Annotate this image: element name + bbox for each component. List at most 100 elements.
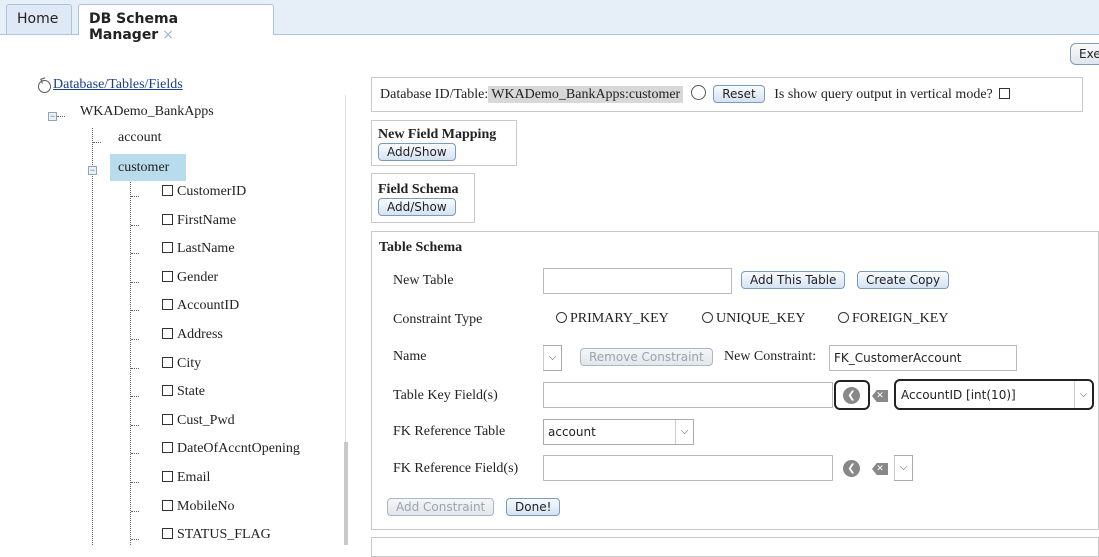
tab-bar: Home DB Schema Manager × [0,0,1099,43]
tree-connector [131,396,139,398]
unique-key-radio[interactable] [702,312,713,323]
reset-button[interactable]: Reset [713,85,765,103]
constraint-name-select[interactable]: ⌵ [543,345,562,371]
vertical-mode-checkbox[interactable] [999,88,1011,99]
tree-field-node[interactable]: Address [162,327,223,343]
tree-connector [131,482,139,483]
field-checkbox[interactable] [162,270,173,282]
field-checkbox[interactable] [162,213,173,225]
tree-root-link[interactable]: Database/Tables/Fields [53,77,183,93]
tree-connector [131,310,139,312]
field-checkbox[interactable] [162,471,173,482]
clear-key-icon[interactable]: ✕ [872,390,888,402]
fk-reference-table-select-value: account [548,425,596,439]
field-schema-panel: Field Schema Add/Show [371,173,475,223]
tree-table-account[interactable]: account [118,130,162,146]
tab-home-label: Home [17,11,59,27]
constraint-type-foreign-key[interactable]: FOREIGN_KEY [838,311,948,327]
field-label: AccountID [177,298,240,314]
tree-table-customer-label: customer [118,160,170,175]
refresh-icon[interactable] [38,80,51,93]
constraint-type-primary-key[interactable]: PRIMARY_KEY [556,311,669,327]
collapse-icon[interactable]: − [88,166,97,175]
field-checkbox[interactable] [162,185,173,196]
tree-connector [92,128,93,545]
db-table-prefix: Database ID/Table: [380,87,489,102]
table-key-label: Table Key Field(s) [393,388,498,403]
clear-reference-field-icon[interactable]: ✕ [872,463,888,475]
field-checkbox[interactable] [162,356,173,368]
done-button[interactable]: Done! [506,498,561,516]
tree-connector [93,142,101,143]
field-checkbox[interactable] [162,442,173,454]
add-reference-field-icon[interactable]: ❮ [843,460,860,477]
field-checkbox[interactable] [162,242,173,254]
new-field-mapping-add-show-button[interactable]: Add/Show [378,143,456,161]
tree-connector [131,424,139,426]
tree-field-node[interactable]: STATUS_FLAG [162,527,271,543]
chevron-down-icon: ⌵ [543,346,561,370]
tree-database-node[interactable]: WKADemo_BankApps [80,104,214,120]
field-label: City [177,355,202,371]
tree-connector [131,453,139,455]
create-copy-button[interactable]: Create Copy [857,271,950,289]
tree-field-node[interactable]: Email [162,470,210,486]
tree-connector [131,367,139,369]
constraint-type-unique-key[interactable]: UNIQUE_KEY [702,311,805,327]
add-this-table-button[interactable]: Add This Table [741,271,846,289]
foreign-key-radio[interactable] [838,312,849,323]
add-key-icon[interactable]: ❮ [843,387,860,404]
tab-home[interactable]: Home [6,4,72,34]
field-checkbox[interactable] [162,299,173,311]
new-table-input[interactable] [543,268,732,294]
tree-field-node[interactable]: Cust_Pwd [162,413,235,429]
fk-reference-field-input[interactable] [543,455,833,481]
execute-button[interactable]: Exe [1070,43,1099,65]
tree-field-node[interactable]: State [162,384,205,400]
fk-reference-table-select[interactable]: account ⌵ [543,419,694,445]
field-schema-add-show-button[interactable]: Add/Show [378,198,456,216]
tree-field-node[interactable]: Gender [162,270,218,286]
tree-divider [345,95,346,445]
chevron-down-icon: ⌵ [1074,381,1092,408]
tree-field-node[interactable]: AccountID [162,298,239,314]
tree-scrollbar[interactable] [344,442,348,545]
field-label: CustomerID [177,184,247,199]
remove-constraint-button[interactable]: Remove Constraint [580,348,713,366]
tab-close-icon[interactable]: × [162,27,174,43]
field-checkbox[interactable] [162,528,173,540]
field-checkbox[interactable] [162,328,173,339]
tab-db-schema-manager[interactable]: DB Schema Manager × [78,4,274,43]
tree-field-node[interactable]: FirstName [162,213,236,229]
tree-field-node[interactable]: MobileNo [162,499,235,515]
field-label: Email [177,470,211,485]
primary-key-label: PRIMARY_KEY [570,311,669,326]
field-checkbox[interactable] [162,499,173,511]
field-schema-title: Field Schema [378,182,459,197]
field-label: Gender [177,269,219,285]
field-label: STATUS_FLAG [177,527,271,543]
tree-connector [131,196,139,197]
collapse-icon[interactable]: − [48,112,57,121]
primary-key-radio[interactable] [556,312,567,323]
field-checkbox[interactable] [162,413,173,425]
field-label: LastName [177,241,235,257]
tree-connector [131,253,139,255]
fk-reference-field-select[interactable]: ⌵ [894,455,913,481]
field-label: Cust_Pwd [177,412,235,428]
refresh-icon[interactable] [690,85,706,100]
tree-field-node[interactable]: DateOfAccntOpening [162,441,300,457]
database-table-panel: Database ID/Table: WKADemo_BankApps:custo… [371,77,1083,112]
table-key-input[interactable] [543,382,833,408]
tree-field-node[interactable]: LastName [162,241,235,257]
tree-table-customer[interactable]: customer [110,154,186,181]
tree-field-node[interactable]: CustomerID [162,184,246,200]
field-label: Address [177,327,223,342]
constraint-type-label: Constraint Type [393,312,483,327]
new-constraint-input[interactable]: FK_CustomerAccount [829,345,1017,371]
table-key-field-select[interactable]: AccountID [int(10)] ⌵ [894,379,1094,410]
tree-field-node[interactable]: City [162,356,201,372]
add-constraint-button[interactable]: Add Constraint [387,498,495,516]
tree-connector [131,224,139,226]
field-checkbox[interactable] [162,385,173,397]
